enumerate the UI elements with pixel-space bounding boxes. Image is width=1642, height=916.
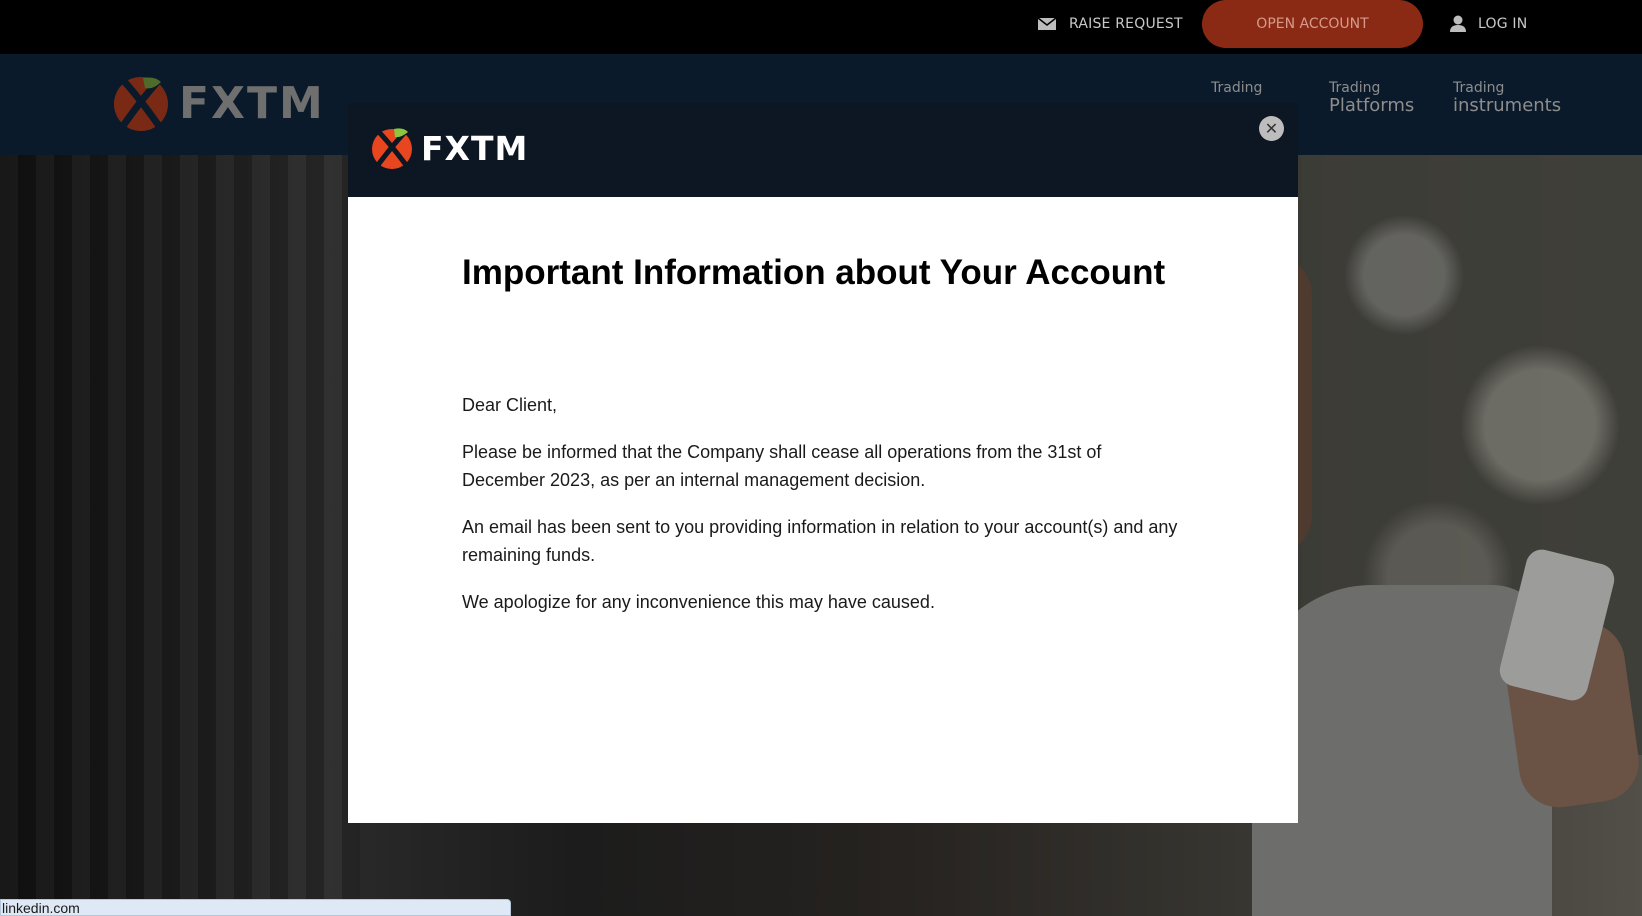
nav-trading[interactable]: Trading <box>1211 80 1262 96</box>
account-info-modal: FXTM ✕ Important Information about Your … <box>348 103 1298 823</box>
modal-paragraph-apology: We apologize for any inconvenience this … <box>462 592 935 612</box>
fxtm-logo-text: FXTM <box>179 77 325 129</box>
modal-message: Dear Client, Please be informed that the… <box>462 391 1182 635</box>
nav-instruments-big: instruments <box>1453 95 1562 117</box>
log-in-label: LOG IN <box>1478 16 1528 32</box>
close-icon: ✕ <box>1264 118 1279 138</box>
nav-trading-platforms[interactable]: Trading Platforms <box>1329 80 1414 117</box>
nav-trading-small: Trading <box>1211 80 1263 96</box>
nav-instruments-small: Trading <box>1453 80 1505 96</box>
modal-greeting: Dear Client, <box>462 395 558 415</box>
nav-platforms-small: Trading <box>1329 80 1381 96</box>
fxtm-logo[interactable]: FXTM <box>113 74 325 132</box>
log-in-link[interactable]: LOG IN <box>1450 0 1527 48</box>
modal-paragraph-email: An email has been sent to you providing … <box>462 517 1178 565</box>
raise-request-label: RAISE REQUEST <box>1069 16 1183 32</box>
nav-platforms-big: Platforms <box>1329 95 1415 117</box>
user-icon <box>1450 15 1466 32</box>
raise-request-link[interactable]: RAISE REQUEST <box>1037 0 1183 48</box>
modal-close-button[interactable]: ✕ <box>1259 116 1284 141</box>
nav-trading-instruments[interactable]: Trading instruments <box>1453 80 1561 117</box>
modal-paragraph-closure: Please be informed that the Company shal… <box>462 442 1102 490</box>
modal-fxtm-logo: FXTM <box>371 126 528 170</box>
browser-status-bar: linkedin.com <box>0 899 511 916</box>
hero-left-texture <box>0 155 360 916</box>
top-utility-bar: RAISE REQUEST OPEN ACCOUNT LOG IN <box>0 0 1642 54</box>
envelope-icon <box>1037 17 1057 30</box>
open-account-button[interactable]: OPEN ACCOUNT <box>1202 0 1423 48</box>
modal-header: FXTM ✕ <box>348 103 1298 197</box>
modal-body: Important Information about Your Account… <box>348 197 1298 823</box>
modal-title: Important Information about Your Account <box>462 253 1166 292</box>
fxtm-logo-icon <box>114 77 168 131</box>
modal-fxtm-logo-text: FXTM <box>421 128 529 168</box>
modal-fxtm-logo-icon <box>372 128 412 169</box>
